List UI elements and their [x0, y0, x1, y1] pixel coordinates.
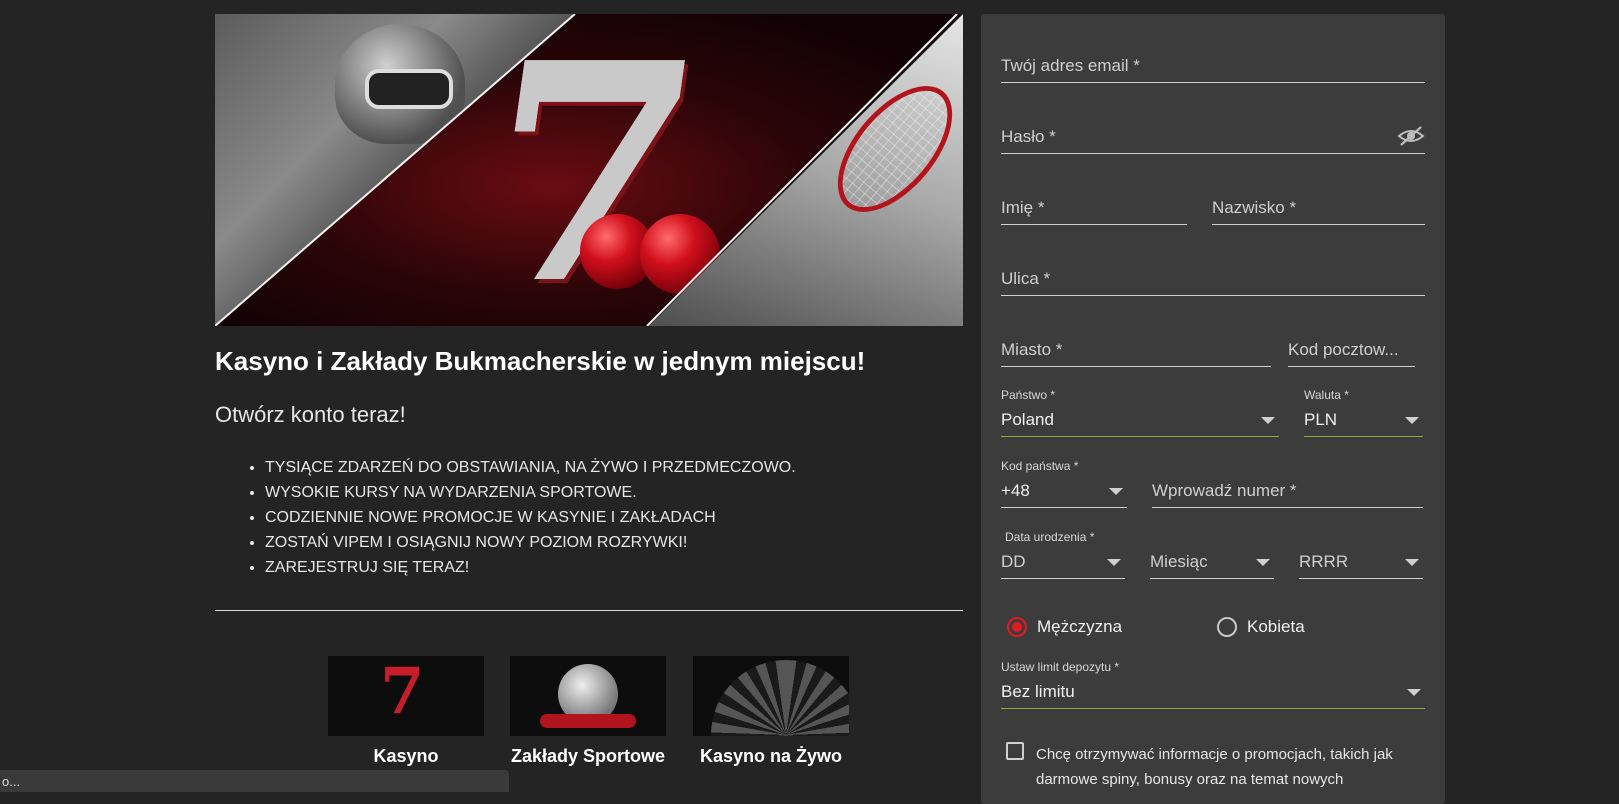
- promo-consent-text[interactable]: Chcę otrzymywać informacje o promocjach,…: [1036, 742, 1396, 792]
- firstname-input[interactable]: [1001, 194, 1187, 222]
- feature-list: TYSIĄCE ZDARZEŃ DO OBSTAWIANIA, NA ŻYWO …: [240, 455, 796, 580]
- tile-sports-betting[interactable]: Zakłady Sportowe: [510, 656, 666, 767]
- page-subheadline: Otwórz konto teraz!: [215, 402, 406, 427]
- tile-label[interactable]: Kasyno: [328, 746, 484, 767]
- street-input[interactable]: [1001, 265, 1425, 293]
- phone-input[interactable]: [1152, 477, 1423, 505]
- postcode-input[interactable]: [1288, 336, 1415, 364]
- boot-graphic: [540, 714, 636, 728]
- deposit-limit-label: Ustaw limit depozytu *: [1001, 660, 1120, 674]
- feature-item: CODZIENNIE NOWE PROMOCJE W KASYNIE I ZAK…: [265, 505, 796, 530]
- gender-female-radio[interactable]: Kobieta: [1217, 617, 1305, 637]
- hero-banner: 7: [215, 14, 963, 326]
- deposit-limit-value: Bez limitu: [1001, 682, 1075, 701]
- gender-male-label[interactable]: Mężczyzna: [1037, 617, 1122, 637]
- deposit-limit-select[interactable]: Bez limitu: [1001, 678, 1425, 709]
- lastname-input[interactable]: [1212, 194, 1425, 222]
- lastname-field[interactable]: [1212, 194, 1425, 225]
- phone-code-select[interactable]: +48: [1001, 477, 1127, 508]
- sports-thumbnail[interactable]: [510, 656, 666, 736]
- firstname-field[interactable]: [1001, 194, 1187, 225]
- currency-label: Waluta *: [1304, 388, 1349, 402]
- phone-field[interactable]: [1152, 477, 1423, 508]
- currency-select[interactable]: PLN: [1304, 406, 1423, 437]
- postcode-field[interactable]: [1288, 336, 1415, 367]
- feature-item: ZAREJESTRUJ SIĘ TERAZ!: [265, 555, 796, 580]
- live-casino-thumbnail[interactable]: [693, 656, 849, 736]
- casino-thumbnail[interactable]: 7: [328, 656, 484, 736]
- chevron-down-icon: [1109, 488, 1123, 495]
- gender-male-radio[interactable]: Mężczyzna: [1007, 617, 1122, 637]
- dob-label: Data urodzenia *: [1005, 530, 1095, 544]
- radio-unselected-icon[interactable]: [1217, 617, 1237, 637]
- chevron-down-icon: [1407, 689, 1421, 696]
- city-field[interactable]: [1001, 336, 1271, 367]
- chevron-down-icon: [1107, 559, 1121, 566]
- checkbox[interactable]: [1006, 742, 1024, 760]
- email-field[interactable]: [1001, 52, 1425, 83]
- feature-item: WYSOKIE KURSY NA WYDARZENIA SPORTOWE.: [265, 480, 796, 505]
- tile-casino[interactable]: 7 Kasyno: [328, 656, 484, 767]
- browser-status-bar: o...: [0, 770, 509, 792]
- country-label: Państwo *: [1001, 388, 1056, 402]
- email-input[interactable]: [1001, 52, 1425, 80]
- dob-year-select[interactable]: RRRR: [1299, 548, 1423, 579]
- radio-selected-icon[interactable]: [1007, 617, 1027, 637]
- country-value: Poland: [1001, 410, 1054, 429]
- roulette-icon: [711, 660, 849, 736]
- chevron-down-icon: [1405, 417, 1419, 424]
- password-field[interactable]: [1001, 123, 1425, 154]
- tile-label[interactable]: Kasyno na Żywo: [693, 746, 849, 767]
- page-headline: Kasyno i Zakłady Bukmacherskie w jednym …: [215, 346, 866, 376]
- seven-icon: 7: [380, 656, 425, 729]
- divider: [215, 610, 963, 611]
- feature-item: TYSIĄCE ZDARZEŃ DO OBSTAWIANIA, NA ŻYWO …: [265, 455, 796, 480]
- diagonal-dividers: [215, 14, 958, 326]
- country-select[interactable]: Poland: [1001, 406, 1279, 437]
- dob-day-select[interactable]: DD: [1001, 548, 1125, 579]
- chevron-down-icon: [1405, 559, 1419, 566]
- chevron-down-icon: [1261, 417, 1275, 424]
- eye-hidden-icon[interactable]: [1397, 125, 1425, 147]
- street-field[interactable]: [1001, 265, 1425, 296]
- tile-label[interactable]: Zakłady Sportowe: [510, 746, 666, 767]
- gender-female-label[interactable]: Kobieta: [1247, 617, 1305, 637]
- chevron-down-icon: [1256, 559, 1270, 566]
- promo-consent[interactable]: Chcę otrzymywać informacje o promocjach,…: [1006, 742, 1396, 792]
- dob-month-select[interactable]: Miesiąc: [1150, 548, 1274, 579]
- city-input[interactable]: [1001, 336, 1271, 364]
- feature-item: ZOSTAŃ VIPEM I OSIĄGNIJ NOWY POZIOM ROZR…: [265, 530, 796, 555]
- phone-code-label: Kod państwa *: [1001, 459, 1079, 473]
- tile-live-casino[interactable]: Kasyno na Żywo: [693, 656, 849, 767]
- password-input[interactable]: [1001, 123, 1425, 151]
